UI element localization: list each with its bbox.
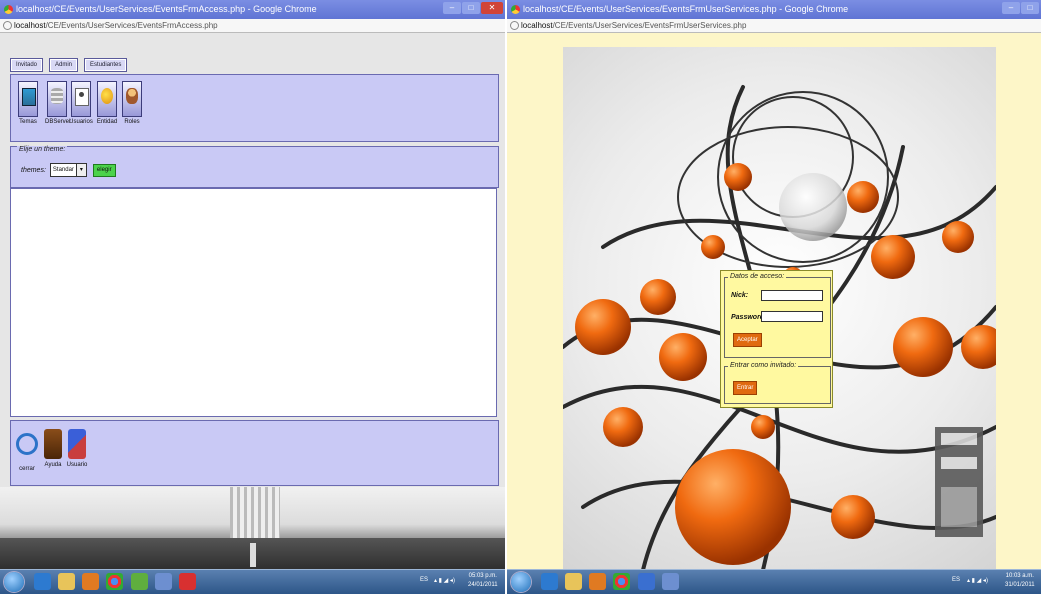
database-icon — [51, 88, 63, 104]
power-icon — [16, 433, 38, 455]
left-title-bar: localhost/CE/Events/UserServices/EventsF… — [0, 0, 505, 19]
bridge-background — [0, 487, 505, 570]
start-button[interactable] — [511, 572, 531, 592]
admin-tools-panel: Temas DBServer Usuarios Entidad Roles — [10, 74, 499, 142]
content-area — [10, 188, 497, 417]
tool-temas[interactable]: Temas — [16, 81, 40, 125]
right-url[interactable]: localhost/CE/Events/UserServices/EventsF… — [521, 19, 746, 32]
access-legend: Datos de acceso: — [728, 273, 787, 280]
ie-icon[interactable] — [541, 573, 558, 590]
window-controls: – □ ✕ — [442, 2, 503, 16]
right-taskbar: ES ▴ ▮ ◢ ◂) 10:03 a.m. 31/01/2011 — [507, 569, 1041, 594]
login-form: Datos de acceso: Nick: Password: Aceptar… — [720, 270, 833, 408]
right-title-bar: localhost/CE/Events/UserServices/EventsF… — [507, 0, 1041, 19]
nick-label: Nick: — [731, 292, 749, 299]
document-icon[interactable] — [155, 573, 172, 590]
explorer-icon[interactable] — [565, 573, 582, 590]
explorer-icon[interactable] — [58, 573, 75, 590]
language-indicator[interactable]: ES — [952, 577, 960, 583]
elegir-button[interactable]: elegir — [92, 163, 116, 177]
left-address-bar[interactable]: localhost/CE/Events/UserServices/EventsF… — [0, 19, 505, 33]
pdf-reader-icon[interactable] — [179, 573, 196, 590]
help-icon — [44, 429, 62, 459]
theme-legend: Elije un theme: — [17, 146, 68, 153]
session-panel: cerrar Ayuda Usuario — [10, 420, 499, 486]
right-address-bar[interactable]: localhost/CE/Events/UserServices/EventsF… — [507, 19, 1041, 33]
chrome-icon — [4, 5, 13, 14]
chrome-icon — [511, 5, 520, 14]
window-controls: – □ — [1001, 2, 1039, 16]
user-icon — [68, 429, 86, 459]
tab-estudiantes[interactable]: Estudiantes — [84, 58, 128, 72]
left-window-title: localhost/CE/Events/UserServices/EventsF… — [16, 4, 317, 14]
ie-icon[interactable] — [34, 573, 51, 590]
clock[interactable]: 10:03 a.m. 31/01/2011 — [1005, 572, 1035, 590]
ayuda-button[interactable]: Ayuda — [41, 429, 65, 468]
tray-icons[interactable]: ▴ ▮ ◢ ◂) — [434, 577, 455, 584]
maximize-button[interactable]: □ — [1021, 2, 1039, 14]
tab-admin[interactable]: Admin — [49, 58, 79, 72]
role-tabs: Invitado Admin Estudiantes — [10, 58, 133, 72]
tray-icons[interactable]: ▴ ▮ ◢ ◂) — [967, 577, 988, 584]
right-window-title: localhost/CE/Events/UserServices/EventsF… — [523, 4, 849, 14]
tool-roles[interactable]: Roles — [120, 81, 144, 125]
roles-icon — [126, 88, 138, 104]
left-url[interactable]: localhost/CE/Events/UserServices/EventsF… — [14, 19, 218, 32]
themes-icon — [22, 88, 36, 106]
chevron-down-icon: ▾ — [75, 164, 86, 176]
themes-label: themes: — [21, 166, 46, 174]
people-icon[interactable] — [638, 573, 655, 590]
page-icon — [3, 21, 12, 30]
entrar-button[interactable]: Entrar — [733, 381, 758, 395]
guest-fieldset: Entrar como invitado: Entrar — [724, 362, 831, 404]
users-icon — [75, 88, 89, 106]
tool-dbserver[interactable]: DBServer — [45, 81, 71, 125]
chrome-taskbar-icon[interactable] — [613, 573, 630, 590]
access-fieldset: Datos de acceso: Nick: Password: Aceptar — [724, 273, 831, 358]
close-button[interactable]: ✕ — [481, 2, 503, 14]
language-indicator[interactable]: ES — [420, 577, 428, 583]
nick-input[interactable] — [761, 290, 823, 301]
app-icon[interactable] — [131, 573, 148, 590]
aceptar-button[interactable]: Aceptar — [733, 333, 762, 347]
tool-entidad[interactable]: Entidad — [95, 81, 119, 125]
right-browser-window: localhost/CE/Events/UserServices/EventsF… — [507, 0, 1041, 594]
usuario-button[interactable]: Usuario — [65, 429, 89, 468]
theme-chooser: Elije un theme: themes: Standar ▾ elegir — [10, 146, 499, 188]
password-input[interactable] — [761, 311, 823, 322]
chrome-taskbar-icon[interactable] — [106, 573, 123, 590]
minimize-button[interactable]: – — [443, 2, 461, 14]
left-browser-window: localhost/CE/Events/UserServices/EventsF… — [0, 0, 505, 594]
media-player-icon[interactable] — [589, 573, 606, 590]
start-button[interactable] — [4, 572, 24, 592]
media-player-icon[interactable] — [82, 573, 99, 590]
left-taskbar: ES ▴ ▮ ◢ ◂) 05:03 p.m. 24/01/2011 — [0, 569, 505, 594]
guest-legend: Entrar como invitado: — [728, 362, 799, 369]
minimize-button[interactable]: – — [1002, 2, 1020, 14]
tool-usuarios[interactable]: Usuarios — [69, 81, 93, 125]
maximize-button[interactable]: □ — [462, 2, 480, 14]
cerrar-button[interactable]: cerrar — [15, 429, 39, 472]
document-icon[interactable] — [662, 573, 679, 590]
clock[interactable]: 05:03 p.m. 24/01/2011 — [468, 572, 498, 590]
tab-invitado[interactable]: Invitado — [10, 58, 44, 72]
entity-icon — [101, 88, 113, 104]
page-icon — [510, 21, 519, 30]
theme-select[interactable]: Standar ▾ — [49, 163, 87, 177]
